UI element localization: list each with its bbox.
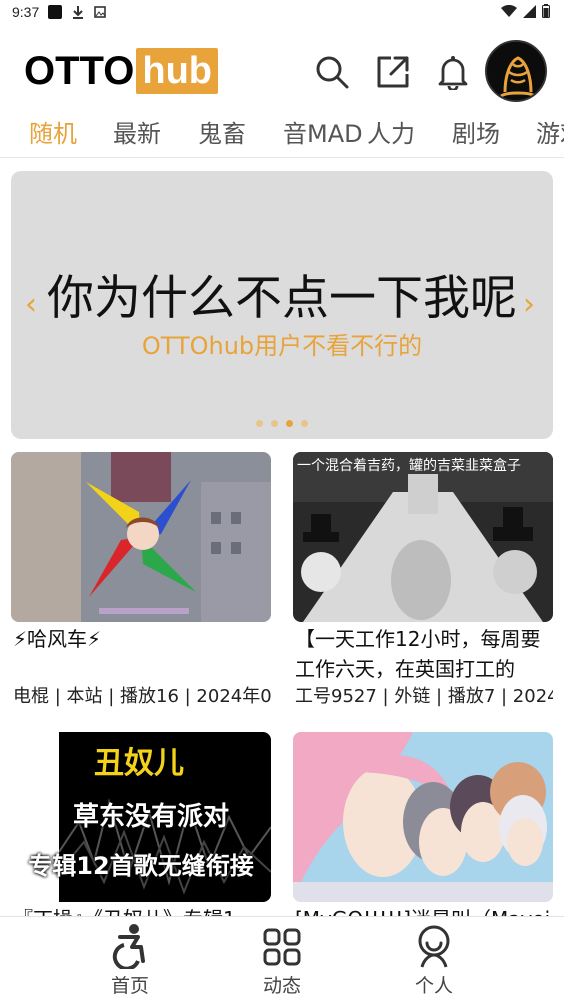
download-icon: [73, 6, 83, 19]
video-title[interactable]: [MyGO!!!!!]迷星叫（Mayoi: [295, 904, 553, 916]
signal-icon: [523, 4, 536, 18]
nav-home-label: 首页: [110, 975, 149, 997]
video-thumbnail[interactable]: 丑奴儿 草东没有派对 专辑12首歌无缝衔接: [11, 732, 271, 902]
nav-feed-label: 动态: [262, 975, 301, 997]
carousel-dot-active[interactable]: [286, 420, 293, 427]
bell-icon[interactable]: [435, 54, 471, 90]
video-meta: 工号9527 | 外链 | 播放7 | 2024: [295, 686, 553, 707]
logo-text-hub: hub: [136, 48, 219, 94]
notification-icons: [48, 5, 106, 19]
pinwheel-thumbnail-image: [11, 452, 271, 622]
image-icon: [94, 6, 106, 18]
nav-feed[interactable]: 动态: [232, 923, 332, 998]
video-title[interactable]: ⚡哈风车⚡: [13, 624, 271, 654]
share-external-icon[interactable]: [375, 54, 411, 90]
banner-carousel[interactable]: ‹ › 你为什么不点一下我呢 OTTOhub用户不看不行的: [11, 171, 553, 439]
album-band: 草东没有派对: [72, 802, 229, 832]
tab-latest[interactable]: 最新: [113, 114, 161, 149]
video-title[interactable]: 【一天工作12小时，每周要工作六天，在英国打工的: [295, 624, 553, 684]
tab-guichu[interactable]: 鬼畜: [198, 114, 246, 149]
album-title: 丑奴儿: [94, 746, 184, 781]
bottom-navigation: 首页 动态 个人: [0, 916, 564, 1004]
status-bar: 9:37: [0, 0, 564, 26]
carousel-dot[interactable]: [271, 420, 278, 427]
accessibility-icon: [112, 924, 145, 969]
video-thumbnail[interactable]: [11, 452, 271, 622]
tab-theater[interactable]: 剧场: [452, 114, 500, 149]
avatar-image: [487, 42, 545, 100]
status-time: 9:37: [12, 4, 40, 20]
nav-home[interactable]: 首页: [80, 923, 180, 998]
app-notification-icon: [48, 5, 62, 19]
carousel-dot[interactable]: [256, 420, 263, 427]
carousel-indicator: [256, 420, 308, 427]
nav-me-label: 个人: [414, 975, 453, 997]
album-desc: 专辑12首歌无缝衔接: [28, 852, 254, 880]
nav-me[interactable]: 个人: [384, 923, 484, 998]
wifi-icon: [501, 4, 517, 17]
search-icon[interactable]: [314, 54, 350, 90]
carousel-dot[interactable]: [301, 420, 308, 427]
tab-otomad[interactable]: 音MAD: [283, 114, 363, 149]
tab-random[interactable]: 随机: [29, 114, 77, 149]
banquet-meme-thumbnail-image: [293, 452, 553, 622]
user-face-icon: [418, 925, 450, 968]
tab-renli[interactable]: 人力: [367, 114, 415, 149]
anime-girls-thumbnail-image: [293, 732, 553, 902]
video-thumbnail[interactable]: 一个混合着吉药，罐的吉菜韭菜盒子: [293, 452, 553, 622]
system-icons: [501, 4, 550, 18]
user-avatar[interactable]: [485, 40, 547, 102]
banner-headline: 你为什么不点一下我呢: [47, 271, 517, 326]
tab-games[interactable]: 游戏: [536, 114, 564, 149]
video-card[interactable]: ⚡哈风车⚡ 电棍 | 本站 | 播放16 | 2024年09: [11, 452, 271, 712]
category-tabs: 随机 最新 鬼畜 音MAD 人力 剧场 游戏: [0, 110, 564, 158]
app-logo[interactable]: OTTO hub: [24, 48, 219, 94]
video-meta: 电棍 | 本站 | 播放16 | 2024年09: [13, 686, 271, 707]
video-thumbnail[interactable]: [293, 732, 553, 902]
video-title[interactable]: 『丁操』《丑奴儿》专辑1: [13, 904, 271, 916]
video-card[interactable]: 丑奴儿 草东没有派对 专辑12首歌无缝衔接 『丁操』《丑奴儿》专辑1: [11, 732, 271, 916]
video-card[interactable]: 一个混合着吉药，罐的吉菜韭菜盒子 【一天工作12小时，每周要工作六天，在英国打工…: [293, 452, 553, 712]
battery-icon: [542, 4, 550, 18]
grid-icon: [263, 928, 301, 966]
video-card[interactable]: [MyGO!!!!!]迷星叫（Mayoi: [293, 732, 553, 916]
logo-text-otto: OTTO: [24, 48, 135, 93]
app-header: OTTO hub: [0, 26, 564, 110]
banner-subline: OTTOhub用户不看不行的: [141, 332, 423, 360]
thumbnail-caption: 一个混合着吉药，罐的吉菜韭菜盒子: [297, 458, 521, 474]
